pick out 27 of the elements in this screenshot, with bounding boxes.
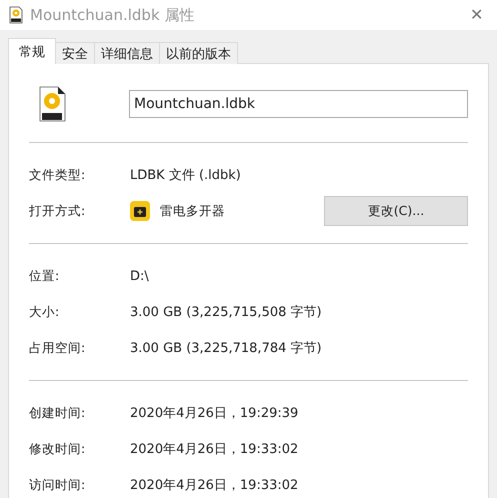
property-label: 文件类型: — [29, 166, 86, 184]
window-title: Mountchuan.ldbk 属性 — [30, 6, 196, 24]
property-value: 2020年4月26日，19:29:39 — [130, 405, 298, 422]
app-icon — [130, 201, 150, 221]
file-icon — [37, 86, 67, 122]
property-label: 大小: — [29, 304, 60, 320]
property-label: 修改时间: — [29, 440, 86, 458]
property-label: 占用空间: — [29, 340, 86, 356]
tab[interactable]: 常规 — [8, 38, 56, 64]
property-label: 位置: — [29, 268, 60, 284]
file-icon — [8, 6, 24, 24]
file-name-field[interactable]: Mountchuan.ldbk — [129, 90, 468, 118]
property-value: 3.00 GB (3,225,718,784 字节) — [130, 340, 322, 357]
tab[interactable]: 以前的版本 — [159, 42, 238, 64]
property-label: 打开方式: — [29, 202, 86, 220]
property-label: 创建时间: — [29, 404, 86, 422]
tab[interactable]: 详细信息 — [94, 42, 160, 64]
property-value: 2020年4月26日，19:33:02 — [130, 441, 298, 458]
tab[interactable]: 安全 — [55, 42, 95, 64]
property-value: D:\ — [130, 268, 149, 284]
property-value: 2020年4月26日，19:33:02 — [130, 477, 298, 494]
property-value: LDBK 文件 (.ldbk) — [130, 167, 241, 184]
app-name: 雷电多开器 — [160, 202, 226, 220]
change-button[interactable]: 更改(C)... — [324, 196, 468, 226]
close-button[interactable]: ✕ — [464, 5, 489, 25]
property-value: 3.00 GB (3,225,715,508 字节) — [130, 304, 322, 321]
property-label: 访问时间: — [29, 476, 86, 494]
